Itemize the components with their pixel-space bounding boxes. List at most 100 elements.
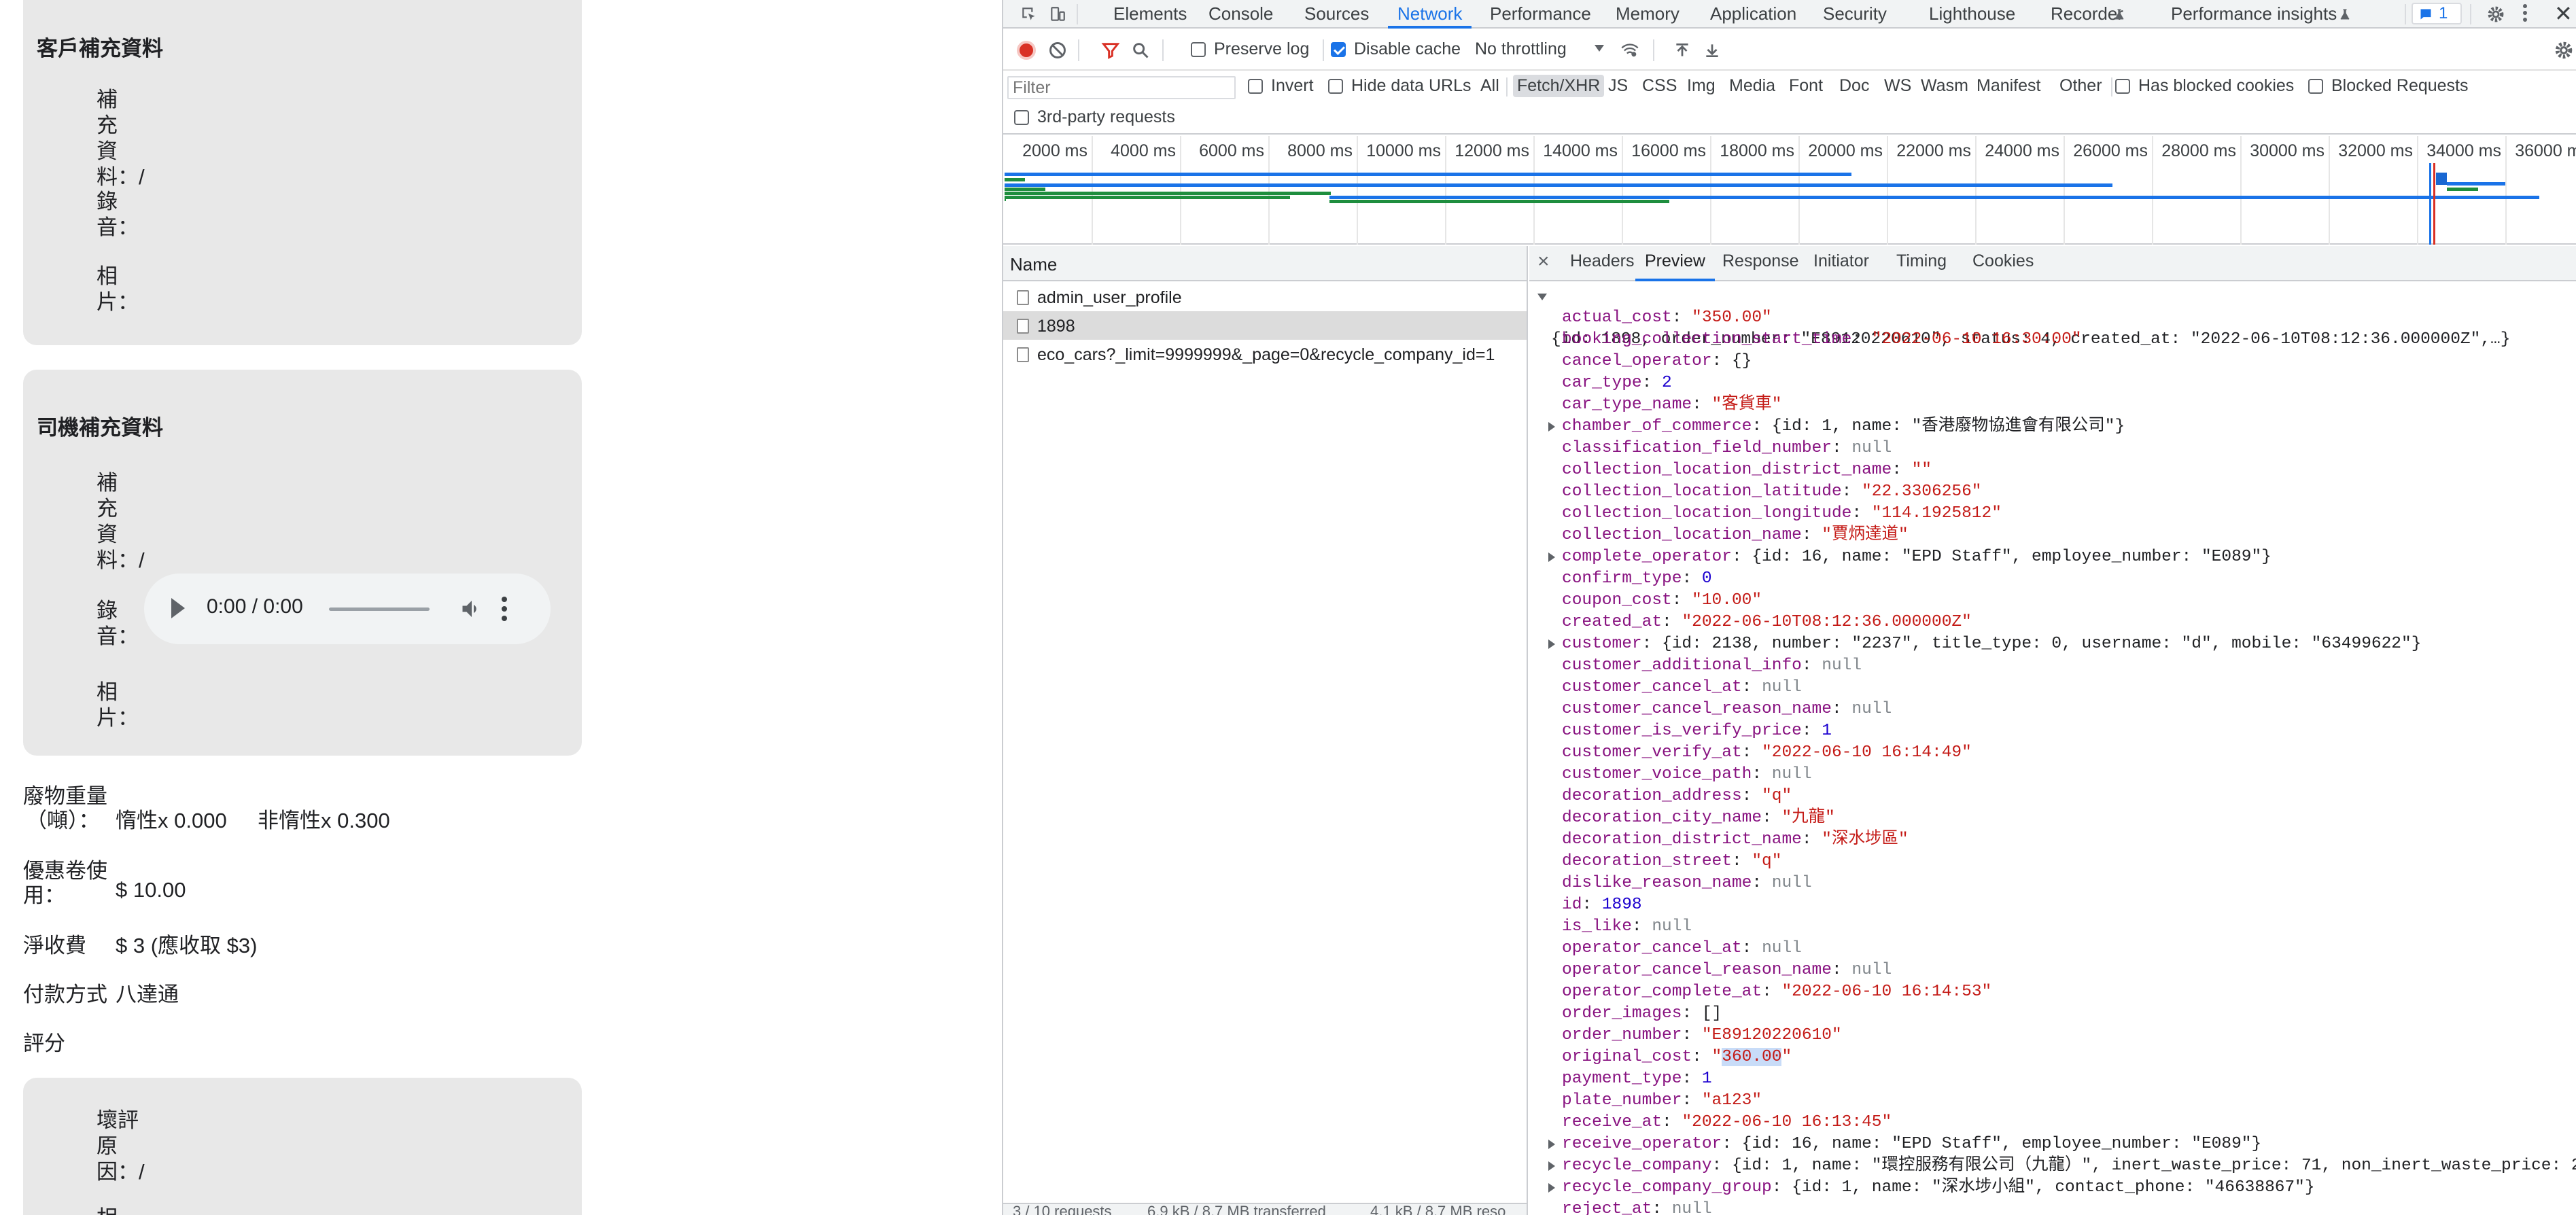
tab-performance[interactable]: Performance bbox=[1490, 0, 1591, 27]
timeline-tick-label: 12000 ms bbox=[1455, 141, 1529, 160]
third-party-bar: 3rd-party requests bbox=[1003, 103, 2576, 135]
invert-checkbox[interactable] bbox=[1248, 79, 1263, 94]
json-value: "客貨車" bbox=[1711, 395, 1782, 414]
preserve-log-checkbox[interactable] bbox=[1191, 42, 1206, 57]
filter-type-all[interactable]: All bbox=[1476, 75, 1503, 97]
close-devtools-icon[interactable]: ✕ bbox=[2554, 0, 2573, 27]
json-value: "360.00" bbox=[1711, 1048, 1792, 1066]
name-column-header[interactable]: Name bbox=[1010, 254, 1057, 275]
tab-performance-insights[interactable]: Performance insights bbox=[2171, 0, 2337, 27]
tab-headers[interactable]: Headers bbox=[1570, 251, 1635, 271]
expand-triangle-icon[interactable] bbox=[1548, 1161, 1555, 1171]
expand-triangle-icon[interactable] bbox=[1548, 422, 1555, 432]
tab-preview[interactable]: Preview bbox=[1635, 251, 1715, 281]
hide-data-urls-checkbox[interactable] bbox=[1328, 79, 1343, 94]
has-blocked-cookies-checkbox[interactable] bbox=[2115, 79, 2130, 94]
rating-label: 評分 bbox=[23, 1032, 65, 1055]
import-har-icon[interactable] bbox=[1673, 41, 1691, 60]
search-icon[interactable] bbox=[1131, 41, 1150, 60]
record-button[interactable] bbox=[1017, 41, 1036, 60]
json-value: {id: 16, name: "EPD Staff", employee_num… bbox=[1752, 548, 2272, 566]
inspect-element-icon[interactable] bbox=[1020, 5, 1039, 23]
tab-network[interactable]: Network bbox=[1387, 0, 1472, 29]
filter-text-input[interactable] bbox=[1009, 77, 1234, 98]
third-party-checkbox[interactable] bbox=[1014, 110, 1029, 125]
device-toolbar-icon[interactable] bbox=[1048, 5, 1067, 23]
audio-player[interactable]: 0:00 / 0:00 bbox=[144, 574, 551, 644]
request-row[interactable]: 1898 bbox=[1003, 311, 1527, 340]
json-root-summary[interactable]: {id: 1898, order_number: "E89120220610",… bbox=[1537, 285, 2510, 349]
disable-cache-checkbox[interactable] bbox=[1331, 42, 1346, 57]
filter-type-js[interactable]: JS bbox=[1604, 75, 1632, 97]
network-settings-icon[interactable] bbox=[2554, 41, 2573, 60]
timeline-gridline bbox=[2329, 136, 2330, 245]
clear-icon[interactable] bbox=[1048, 41, 1067, 60]
expand-triangle-icon[interactable] bbox=[1548, 639, 1555, 649]
volume-icon[interactable] bbox=[459, 597, 484, 621]
filter-input[interactable] bbox=[1007, 76, 1236, 99]
filter-type-media[interactable]: Media bbox=[1725, 75, 1779, 97]
filter-type-wasm[interactable]: Wasm bbox=[1917, 75, 1972, 97]
json-value: 2 bbox=[1662, 374, 1672, 392]
json-key: collection_location_latitude bbox=[1562, 482, 1842, 501]
filter-type-doc[interactable]: Doc bbox=[1835, 75, 1873, 97]
json-colon: : bbox=[1711, 1157, 1732, 1175]
tab-cookies[interactable]: Cookies bbox=[1972, 251, 2034, 271]
filter-type-ws[interactable]: WS bbox=[1880, 75, 1915, 97]
tab-timing[interactable]: Timing bbox=[1896, 251, 1947, 271]
export-har-icon[interactable] bbox=[1703, 41, 1721, 60]
timeline-tick-label: 4000 ms bbox=[1111, 141, 1176, 160]
timeline-gridline bbox=[2064, 136, 2065, 245]
filter-type-css[interactable]: CSS bbox=[1638, 75, 1681, 97]
json-value: null bbox=[1822, 656, 1862, 675]
more-menu-icon[interactable] bbox=[2520, 3, 2530, 26]
json-colon: : bbox=[1722, 1135, 1742, 1153]
filter-type-fetch-xhr[interactable]: Fetch/XHR bbox=[1513, 75, 1605, 97]
expand-triangle-icon[interactable] bbox=[1537, 294, 1547, 300]
tab-lighthouse[interactable]: Lighthouse bbox=[1929, 0, 2015, 27]
expand-triangle-icon[interactable] bbox=[1548, 552, 1555, 562]
close-detail-icon[interactable]: × bbox=[1537, 250, 1550, 273]
more-options-icon[interactable] bbox=[496, 593, 512, 625]
experiment-flask-icon bbox=[2114, 9, 2124, 20]
json-key: original_cost bbox=[1562, 1048, 1692, 1066]
payment-method-row: 付款方式 八達通 bbox=[23, 977, 567, 1006]
tab-sources[interactable]: Sources bbox=[1304, 0, 1369, 27]
supplement-info-label: 補 充 資 料：/ bbox=[97, 88, 145, 189]
audio-time: 0:00 / 0:00 bbox=[207, 595, 303, 618]
json-colon: : bbox=[1682, 1004, 1702, 1023]
tab-security[interactable]: Security bbox=[1823, 0, 1887, 27]
filter-type-font[interactable]: Font bbox=[1785, 75, 1827, 97]
json-key: order_number bbox=[1562, 1026, 1682, 1044]
tab-initiator[interactable]: Initiator bbox=[1813, 251, 1869, 271]
network-overview-timeline[interactable]: 2000 ms 4000 ms 6000 ms 8000 ms 10000 ms 1200… bbox=[1003, 136, 2576, 245]
timeline-tick-label: 20000 ms bbox=[1808, 141, 1883, 160]
request-row[interactable]: admin_user_profile bbox=[1003, 283, 1527, 311]
settings-gear-icon[interactable] bbox=[2486, 5, 2505, 23]
network-conditions-icon[interactable] bbox=[1619, 41, 1641, 60]
json-colon: : bbox=[1762, 809, 1782, 827]
request-row[interactable]: eco_cars?_limit=9999999&_page=0&recycle_… bbox=[1003, 340, 1527, 368]
expand-triangle-icon[interactable] bbox=[1548, 1183, 1555, 1193]
filter-type-img[interactable]: Img bbox=[1683, 75, 1720, 97]
filter-type-other[interactable]: Other bbox=[2055, 75, 2106, 97]
tab-console[interactable]: Console bbox=[1208, 0, 1273, 27]
audio-seek-bar[interactable] bbox=[329, 608, 430, 611]
chevron-down-icon[interactable] bbox=[1595, 45, 1604, 52]
tab-elements[interactable]: Elements bbox=[1113, 0, 1187, 27]
tab-application[interactable]: Application bbox=[1710, 0, 1796, 27]
preserve-log-label: Preserve log bbox=[1214, 39, 1310, 58]
tab-memory[interactable]: Memory bbox=[1616, 0, 1679, 27]
issues-badge[interactable]: 1 bbox=[2412, 3, 2462, 24]
play-icon[interactable] bbox=[171, 598, 185, 618]
json-colon: : bbox=[1741, 939, 1762, 957]
filter-icon[interactable] bbox=[1101, 41, 1120, 60]
throttling-select[interactable]: No throttling bbox=[1475, 39, 1567, 59]
filter-type-manifest[interactable]: Manifest bbox=[1972, 75, 2044, 97]
tab-response[interactable]: Response bbox=[1722, 251, 1799, 271]
blocked-requests-checkbox[interactable] bbox=[2308, 79, 2323, 94]
expand-triangle-icon[interactable] bbox=[1548, 1140, 1555, 1149]
json-value: "q" bbox=[1762, 787, 1792, 805]
has-blocked-cookies-label: Has blocked cookies bbox=[2138, 76, 2295, 95]
json-key: collection_location_district_name bbox=[1562, 461, 1892, 479]
